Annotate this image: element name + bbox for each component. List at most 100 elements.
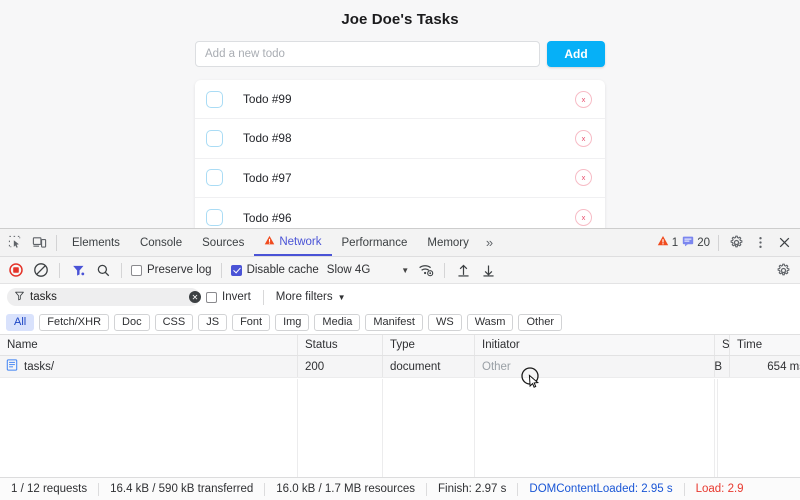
warning-count: 1 — [672, 237, 678, 249]
warning-triangle-icon — [657, 235, 669, 250]
column-header-status[interactable]: Status — [298, 335, 383, 355]
empty-grid-lines — [0, 379, 800, 477]
filterbar-divider — [263, 290, 264, 305]
filter-funnel-icon[interactable] — [66, 258, 90, 282]
cell-name: tasks/ — [0, 356, 298, 377]
more-tabs-icon[interactable]: » — [479, 235, 500, 250]
gear-icon[interactable] — [724, 231, 748, 255]
search-icon[interactable] — [91, 258, 115, 282]
chip-other[interactable]: Other — [518, 314, 562, 331]
device-toolbar-icon[interactable] — [27, 231, 51, 255]
todo-checkbox[interactable] — [206, 209, 223, 226]
network-summary-bar: 1 / 12 requests 16.4 kB / 590 kB transfe… — [0, 477, 800, 500]
table-header-row: Name Status Type Initiator Size Time — [0, 335, 800, 356]
close-icon[interactable] — [772, 231, 796, 255]
message-count-badge[interactable]: 20 — [682, 235, 710, 250]
column-header-type[interactable]: Type — [383, 335, 475, 355]
clear-requests-icon[interactable] — [29, 258, 53, 282]
table-row[interactable]: tasks/ 200 document Other 16.4 kB 654 ms — [0, 356, 800, 378]
network-settings-gear-icon[interactable] — [771, 258, 795, 282]
column-header-time[interactable]: Time — [730, 335, 800, 355]
inspect-element-icon[interactable] — [3, 231, 27, 255]
todo-checkbox[interactable] — [206, 91, 223, 108]
devtools-panel: Elements Console Sources Network Perform… — [0, 228, 800, 500]
table-body: tasks/ 200 document Other 16.4 kB 654 ms — [0, 356, 800, 477]
preserve-log-label: Preserve log — [147, 264, 212, 276]
record-button[interactable] — [4, 258, 28, 282]
chip-all[interactable]: All — [6, 314, 34, 331]
clear-filter-icon[interactable]: ✕ — [189, 291, 201, 303]
list-item[interactable]: Todo #96 x — [195, 198, 605, 228]
chip-js[interactable]: JS — [198, 314, 227, 331]
invert-checkbox[interactable]: Invert — [203, 291, 254, 303]
column-header-size[interactable]: Size — [715, 335, 730, 355]
todo-checkbox[interactable] — [206, 169, 223, 186]
add-todo-button[interactable]: Add — [547, 41, 605, 67]
tab-sources[interactable]: Sources — [192, 229, 254, 256]
more-filters-label: More filters — [276, 291, 333, 303]
cell-time: 654 ms — [730, 356, 800, 377]
tab-label: Elements — [72, 237, 120, 249]
export-har-icon[interactable] — [476, 258, 500, 282]
chip-ws[interactable]: WS — [428, 314, 462, 331]
checkbox-box — [131, 265, 142, 276]
filter-input-wrapper[interactable]: ✕ — [7, 288, 200, 306]
tab-label: Performance — [342, 237, 408, 249]
tab-performance[interactable]: Performance — [332, 229, 418, 256]
import-har-icon[interactable] — [451, 258, 475, 282]
todo-checkbox[interactable] — [206, 130, 223, 147]
delete-todo-button[interactable]: x — [575, 209, 592, 226]
chip-font[interactable]: Font — [232, 314, 270, 331]
summary-requests: 1 / 12 requests — [0, 483, 98, 495]
invert-label: Invert — [222, 291, 251, 303]
disable-cache-checkbox[interactable]: Disable cache — [228, 264, 322, 276]
todo-label: Todo #96 — [243, 211, 575, 225]
list-item[interactable]: Todo #99 x — [195, 80, 605, 119]
web-page-viewport: Joe Doe's Tasks Add Todo #99 x Todo #98 … — [0, 0, 800, 228]
more-filters-dropdown[interactable]: More filters ▼ — [273, 291, 349, 303]
network-conditions-icon[interactable] — [414, 258, 438, 282]
tab-label: Memory — [427, 237, 469, 249]
tab-console[interactable]: Console — [130, 229, 192, 256]
summary-dom-content-loaded: DOMContentLoaded: 2.95 s — [518, 483, 683, 495]
summary-load: Load: 2.9 — [685, 483, 755, 495]
tab-network[interactable]: Network — [254, 229, 331, 256]
tab-label: Sources — [202, 237, 244, 249]
column-header-name[interactable]: Name — [0, 335, 298, 355]
delete-todo-button[interactable]: x — [575, 130, 592, 147]
chip-css[interactable]: CSS — [155, 314, 194, 331]
disable-cache-label: Disable cache — [247, 264, 319, 276]
cell-initiator[interactable]: Other — [475, 356, 715, 377]
chip-media[interactable]: Media — [314, 314, 360, 331]
chip-fetch-xhr[interactable]: Fetch/XHR — [39, 314, 109, 331]
toolbar-divider — [59, 263, 60, 278]
warning-count-badge[interactable]: 1 — [657, 235, 678, 250]
todo-list: Todo #99 x Todo #98 x Todo #97 x Todo #9… — [195, 80, 605, 228]
network-filter-bar: ✕ Invert More filters ▼ — [0, 284, 800, 310]
chip-wasm[interactable]: Wasm — [467, 314, 514, 331]
chip-doc[interactable]: Doc — [114, 314, 150, 331]
filter-input[interactable] — [30, 291, 184, 303]
tabbar-divider — [56, 235, 57, 251]
list-item[interactable]: Todo #97 x — [195, 159, 605, 198]
todo-label: Todo #99 — [243, 92, 575, 106]
preserve-log-checkbox[interactable]: Preserve log — [128, 264, 215, 276]
column-header-initiator[interactable]: Initiator — [475, 335, 715, 355]
delete-todo-button[interactable]: x — [575, 169, 592, 186]
more-options-icon[interactable] — [748, 231, 772, 255]
cell-type: document — [383, 356, 475, 377]
todo-label: Todo #98 — [243, 131, 575, 145]
delete-todo-button[interactable]: x — [575, 91, 592, 108]
chip-img[interactable]: Img — [275, 314, 309, 331]
tab-memory[interactable]: Memory — [417, 229, 479, 256]
tab-label: Network — [279, 236, 321, 248]
add-todo-row: Add — [195, 41, 605, 67]
new-todo-input[interactable] — [195, 41, 540, 67]
list-item[interactable]: Todo #98 x — [195, 119, 605, 158]
throttling-select[interactable]: Slow 4G ▼ — [323, 264, 413, 276]
tab-elements[interactable]: Elements — [62, 229, 130, 256]
request-name: tasks/ — [24, 361, 54, 373]
toolbar-divider — [121, 263, 122, 278]
chip-manifest[interactable]: Manifest — [365, 314, 423, 331]
checkbox-box — [206, 292, 217, 303]
